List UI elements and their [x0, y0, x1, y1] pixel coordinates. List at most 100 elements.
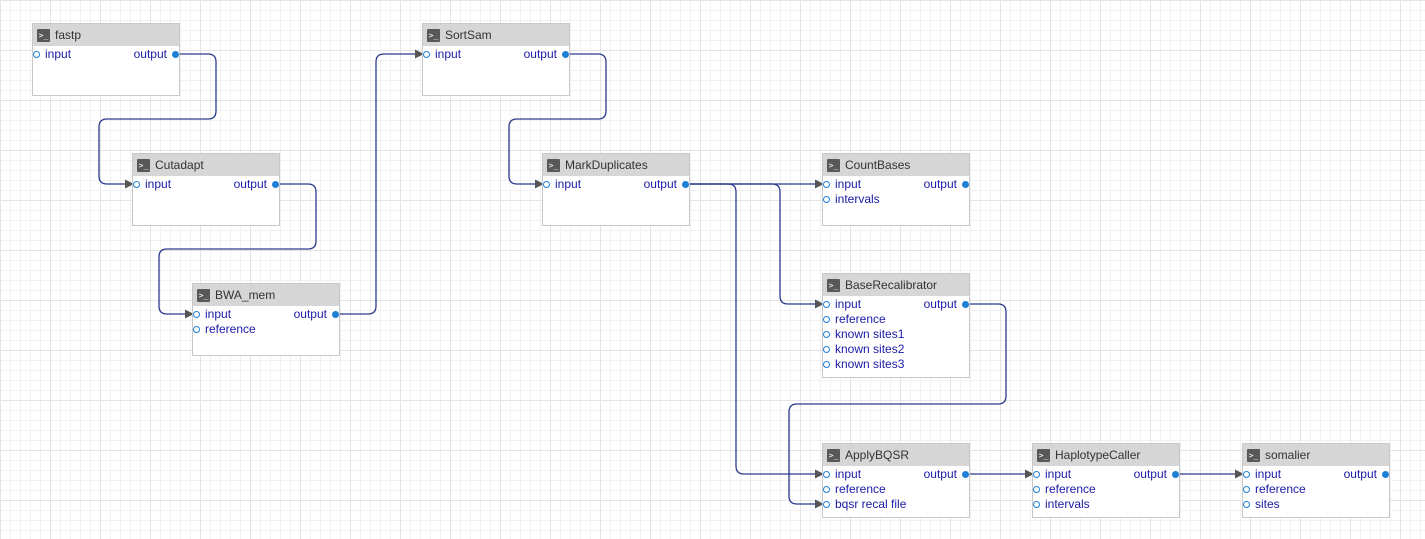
input-port-dot[interactable]	[193, 326, 200, 333]
workflow-canvas[interactable]: >_ fastp input output >_ Cutadapt input output >…	[0, 0, 1425, 539]
node-markduplicates[interactable]: >_ MarkDuplicates input output	[542, 153, 690, 226]
output-port[interactable]: output	[644, 177, 689, 192]
input-port-dot[interactable]	[1243, 486, 1250, 493]
node-title: ApplyBQSR	[845, 448, 910, 462]
input-port[interactable]: reference	[823, 482, 886, 497]
input-port-dot[interactable]	[823, 316, 830, 323]
node-cutadapt[interactable]: >_ Cutadapt input output	[132, 153, 280, 226]
terminal-icon: >_	[1037, 448, 1050, 462]
input-port-dot[interactable]	[1033, 501, 1040, 508]
node-header[interactable]: >_ somalier	[1243, 444, 1389, 466]
node-baserecalibrator[interactable]: >_ BaseRecalibrator input reference known si…	[822, 273, 970, 378]
input-port[interactable]: input	[1243, 467, 1281, 482]
input-port[interactable]: sites	[1243, 497, 1280, 512]
output-port[interactable]: output	[924, 177, 969, 192]
input-port[interactable]: bqsr recal file	[823, 497, 906, 512]
input-port-dot[interactable]	[823, 196, 830, 203]
input-port-dot[interactable]	[823, 331, 830, 338]
input-port-dot[interactable]	[823, 361, 830, 368]
input-port-dot[interactable]	[543, 181, 550, 188]
input-port-dot[interactable]	[1033, 471, 1040, 478]
input-port[interactable]: intervals	[823, 192, 880, 207]
output-port[interactable]: output	[134, 47, 179, 62]
node-applybqsr[interactable]: >_ ApplyBQSR input reference bqsr recal file…	[822, 443, 970, 518]
node-header[interactable]: >_ fastp	[33, 24, 179, 46]
input-port-dot[interactable]	[133, 181, 140, 188]
output-port-dot[interactable]	[962, 471, 969, 478]
input-port-dot[interactable]	[823, 181, 830, 188]
node-haplotypecaller[interactable]: >_ HaplotypeCaller input reference intervals…	[1032, 443, 1180, 518]
input-port-dot[interactable]	[1243, 501, 1250, 508]
output-port-dot[interactable]	[962, 301, 969, 308]
input-port-dot[interactable]	[823, 501, 830, 508]
terminal-icon: >_	[1247, 448, 1260, 462]
output-port[interactable]: output	[924, 297, 969, 312]
node-title: MarkDuplicates	[565, 158, 648, 172]
input-port[interactable]: reference	[1243, 482, 1306, 497]
node-countbases[interactable]: >_ CountBases input intervals output	[822, 153, 970, 226]
node-title: fastp	[55, 28, 82, 42]
output-port[interactable]: output	[1344, 467, 1389, 482]
input-port[interactable]: input	[193, 307, 231, 322]
input-port[interactable]: input	[133, 177, 171, 192]
input-port-dot[interactable]	[193, 311, 200, 318]
input-port[interactable]: input	[823, 297, 861, 312]
node-header[interactable]: >_ HaplotypeCaller	[1033, 444, 1179, 466]
node-somalier[interactable]: >_ somalier input reference sites output	[1242, 443, 1390, 518]
output-port-dot[interactable]	[1382, 471, 1389, 478]
output-port[interactable]: output	[294, 307, 339, 322]
input-port-dot[interactable]	[823, 486, 830, 493]
output-port-label: output	[523, 47, 557, 61]
output-port[interactable]: output	[524, 47, 569, 62]
output-port-dot[interactable]	[272, 181, 279, 188]
input-port-dot[interactable]	[823, 346, 830, 353]
input-port[interactable]: reference	[1033, 482, 1096, 497]
input-port[interactable]: input	[1033, 467, 1071, 482]
output-port-dot[interactable]	[562, 51, 569, 58]
node-title: BWA_mem	[215, 288, 276, 302]
output-port-dot[interactable]	[172, 51, 179, 58]
node-header[interactable]: >_ MarkDuplicates	[543, 154, 689, 176]
output-port-dot[interactable]	[332, 311, 339, 318]
input-port-label: sites	[1255, 497, 1280, 511]
input-port[interactable]: reference	[823, 312, 886, 327]
connection-markduplicates-to-baserecalibrator[interactable]	[686, 183, 824, 309]
input-port[interactable]: input	[543, 177, 581, 192]
output-port[interactable]: output	[1134, 467, 1179, 482]
input-port-dot[interactable]	[823, 301, 830, 308]
node-header[interactable]: >_ BaseRecalibrator	[823, 274, 969, 296]
input-port-dot[interactable]	[1243, 471, 1250, 478]
node-header[interactable]: >_ SortSam	[423, 24, 569, 46]
node-header[interactable]: >_ Cutadapt	[133, 154, 279, 176]
node-header[interactable]: >_ CountBases	[823, 154, 969, 176]
input-port-label: reference	[205, 322, 256, 336]
input-port[interactable]: input	[33, 47, 71, 62]
output-port[interactable]: output	[924, 467, 969, 482]
node-header[interactable]: >_ BWA_mem	[193, 284, 339, 306]
input-port-dot[interactable]	[1033, 486, 1040, 493]
input-port[interactable]: input	[823, 467, 861, 482]
node-title: CountBases	[845, 158, 911, 172]
input-port[interactable]: known sites2	[823, 342, 904, 357]
terminal-icon: >_	[37, 28, 50, 42]
connection-bwa_mem-to-sortsam[interactable]	[336, 49, 424, 315]
input-port[interactable]: input	[423, 47, 461, 62]
input-port[interactable]: reference	[193, 322, 256, 337]
input-port-dot[interactable]	[823, 471, 830, 478]
output-port-dot[interactable]	[962, 181, 969, 188]
output-port[interactable]: output	[234, 177, 279, 192]
input-port[interactable]: input	[823, 177, 861, 192]
input-port-dot[interactable]	[33, 51, 40, 58]
output-port-dot[interactable]	[1172, 471, 1179, 478]
input-port-dot[interactable]	[423, 51, 430, 58]
input-port[interactable]: known sites1	[823, 327, 904, 342]
node-header[interactable]: >_ ApplyBQSR	[823, 444, 969, 466]
input-port[interactable]: known sites3	[823, 357, 904, 372]
output-port-dot[interactable]	[682, 181, 689, 188]
node-sortsam[interactable]: >_ SortSam input output	[422, 23, 570, 96]
node-bwa_mem[interactable]: >_ BWA_meminput reference output	[192, 283, 340, 356]
terminal-icon: >_	[197, 288, 210, 302]
connection-markduplicates-to-applybqsr[interactable]	[686, 183, 824, 479]
node-fastp[interactable]: >_ fastp input output	[32, 23, 180, 96]
input-port[interactable]: intervals	[1033, 497, 1090, 512]
